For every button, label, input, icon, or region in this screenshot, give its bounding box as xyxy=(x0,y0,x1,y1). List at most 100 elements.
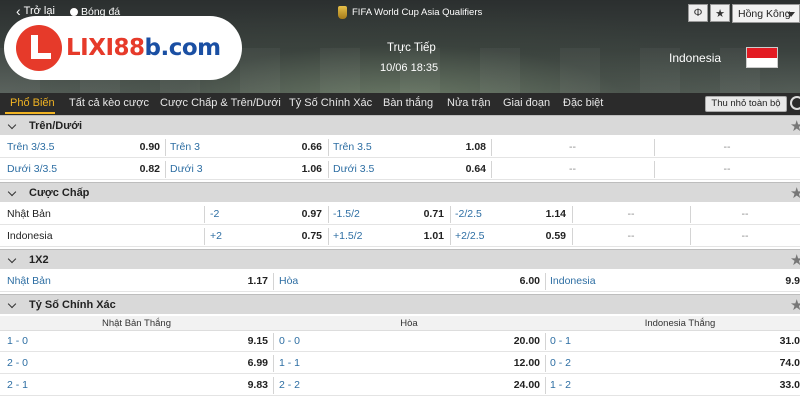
score-label: 0 - 2 xyxy=(550,357,572,369)
column-header: Hòa xyxy=(400,318,418,329)
section-header-handicap[interactable]: Cược Chấp ★ xyxy=(0,182,800,202)
tab-all-markets[interactable]: Tất cả kèo cược xyxy=(69,97,149,109)
tab-goals[interactable]: Bàn thắng xyxy=(383,97,433,109)
section-title: Tỷ Số Chính Xác xyxy=(29,299,116,311)
odd-button[interactable]: 74.0 xyxy=(762,353,800,374)
odd-button[interactable]: 31.0 xyxy=(762,331,800,352)
star-icon: ★ xyxy=(715,7,725,20)
section-title: 1X2 xyxy=(29,254,49,266)
odd-button[interactable]: 0.82 xyxy=(120,159,160,180)
odd-button[interactable]: 33.0 xyxy=(762,375,800,396)
chevron-left-icon: ‹ xyxy=(16,3,21,19)
column-header: Indonesia Thắng xyxy=(644,318,716,329)
match-datetime: 10/06 18:35 xyxy=(380,62,439,74)
odd-button[interactable]: 0.90 xyxy=(120,137,160,158)
odd-button[interactable]: 24.00 xyxy=(490,375,540,396)
section-header-over-under[interactable]: Trên/Dưới ★ xyxy=(0,115,800,135)
odd-button[interactable]: 1.06 xyxy=(280,159,322,180)
language-select[interactable]: Hồng Kông xyxy=(732,4,800,23)
odds-format-button[interactable]: Φ xyxy=(688,4,708,22)
odd-button[interactable]: 1.01 xyxy=(404,226,444,247)
score-label: 1 - 2 xyxy=(550,379,572,391)
refresh-icon[interactable] xyxy=(790,96,800,110)
indonesia-flag-icon xyxy=(746,47,778,68)
trophy-icon xyxy=(338,6,347,19)
market-tabs: Phổ Biến Tất cả kèo cược Cược Chấp & Trê… xyxy=(0,93,800,115)
section-header-correct-score[interactable]: Tỷ Số Chính Xác ★ xyxy=(0,294,800,314)
odd-button[interactable]: 0.59 xyxy=(526,226,566,247)
table-row: Indonesia +2 0.75 +1.5/2 1.01 +2/2.5 0.5… xyxy=(0,226,800,247)
chevron-down-icon xyxy=(7,120,17,130)
match-banner: ‹ Trở lại Bóng đá FIFA World Cup Asia Qu… xyxy=(0,0,800,93)
favorite-button[interactable]: ★ xyxy=(710,4,730,22)
table-row: Nhật Bản 1.17 Hòa 6.00 Indonesia 9.9 xyxy=(0,271,800,292)
empty-odd: -- xyxy=(723,163,731,175)
odd-button[interactable]: 12.00 xyxy=(490,353,540,374)
score-label: 2 - 2 xyxy=(279,379,301,391)
handicap-line: -2 xyxy=(210,208,220,220)
odd-button[interactable]: 1.14 xyxy=(526,204,566,225)
handicap-line: +2 xyxy=(210,230,222,242)
tab-popular[interactable]: Phổ Biến xyxy=(10,97,55,109)
section-header-1x2[interactable]: 1X2 ★ xyxy=(0,249,800,269)
section-title: Trên/Dưới xyxy=(29,120,83,132)
odd-button[interactable]: 0.66 xyxy=(280,137,322,158)
odd-button[interactable]: 20.00 xyxy=(490,331,540,352)
empty-odd: -- xyxy=(569,163,576,175)
odd-button[interactable]: 9.83 xyxy=(220,375,268,396)
chevron-down-icon xyxy=(787,12,795,17)
tab-handicap-ou[interactable]: Cược Chấp & Trên/Dưới xyxy=(160,97,281,109)
score-label: 0 - 0 xyxy=(279,335,301,347)
competition-title: FIFA World Cup Asia Qualifiers xyxy=(338,6,482,19)
odd-button[interactable]: 6.99 xyxy=(220,353,268,374)
collapse-all-button[interactable]: Thu nhỏ toàn bộ xyxy=(705,96,787,112)
ou-label: Dưới 3/3.5 xyxy=(7,163,58,175)
ou-label: Trên 3/3.5 xyxy=(7,141,55,153)
odd-button[interactable]: 1.17 xyxy=(220,271,268,292)
language-value: Hồng Kông xyxy=(738,8,791,20)
odd-button[interactable]: 9.9 xyxy=(770,271,800,292)
phi-icon: Φ xyxy=(693,7,703,19)
score-label: 1 - 0 xyxy=(7,335,29,347)
star-icon[interactable]: ★ xyxy=(790,184,800,202)
handicap-line: +1.5/2 xyxy=(333,230,363,242)
star-icon[interactable]: ★ xyxy=(790,251,800,269)
tab-half-time[interactable]: Nửa trận xyxy=(447,97,490,109)
ou-label: Trên 3.5 xyxy=(333,141,372,153)
score-label: 0 - 1 xyxy=(550,335,572,347)
outcome-label: Indonesia xyxy=(550,275,596,287)
odd-button[interactable]: 0.71 xyxy=(404,204,444,225)
table-row: 2 - 0 6.99 1 - 1 12.00 0 - 2 74.0 xyxy=(0,353,800,374)
score-label: 2 - 0 xyxy=(7,357,29,369)
brand-main: LIXI88 xyxy=(66,35,145,61)
empty-odd: -- xyxy=(741,230,749,242)
chevron-down-icon xyxy=(7,187,17,197)
star-icon[interactable]: ★ xyxy=(790,296,800,314)
outcome-label: Hòa xyxy=(279,275,299,287)
odd-button[interactable]: 0.97 xyxy=(284,204,322,225)
handicap-line: -2/2.5 xyxy=(455,208,482,220)
team-name: Indonesia xyxy=(7,230,53,242)
tab-specials[interactable]: Đặc biệt xyxy=(563,97,603,109)
ou-label: Dưới 3.5 xyxy=(333,163,375,175)
outcome-label: Nhật Bản xyxy=(7,275,51,287)
tab-periods[interactable]: Giai đoạn xyxy=(503,97,550,109)
chevron-down-icon xyxy=(7,254,17,264)
live-status: Trực Tiếp xyxy=(387,42,436,54)
competition-label: FIFA World Cup Asia Qualifiers xyxy=(352,7,483,18)
odd-button[interactable]: 9.15 xyxy=(220,331,268,352)
brand-domain: b.com xyxy=(144,35,222,61)
tab-correct-score[interactable]: Tỷ Số Chính Xác xyxy=(289,97,372,109)
score-label: 1 - 1 xyxy=(279,357,301,369)
odd-button[interactable]: 0.75 xyxy=(284,226,322,247)
table-row: Dưới 3/3.5 0.82 Dưới 3 1.06 Dưới 3.5 0.6… xyxy=(0,159,800,180)
odd-button[interactable]: 0.64 xyxy=(444,159,486,180)
column-headers: Nhật Bản Thắng Hòa Indonesia Thắng xyxy=(0,316,800,331)
odd-button[interactable]: 6.00 xyxy=(490,271,540,292)
empty-odd: -- xyxy=(627,230,635,242)
odd-button[interactable]: 1.08 xyxy=(444,137,486,158)
empty-odd: -- xyxy=(723,141,731,153)
star-icon[interactable]: ★ xyxy=(790,117,800,135)
chevron-down-icon xyxy=(7,299,17,309)
handicap-line: +2/2.5 xyxy=(455,230,485,242)
